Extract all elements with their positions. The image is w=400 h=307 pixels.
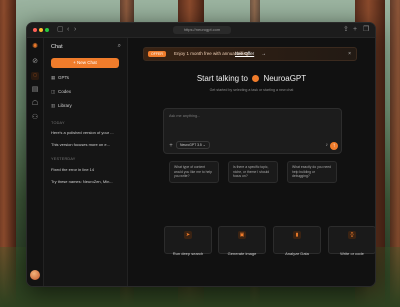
action-label: Write or code [340, 251, 364, 256]
attach-icon[interactable]: + [168, 143, 174, 149]
sidebar-item-label: Codex [58, 89, 72, 94]
model-selector[interactable]: NeuroGPT 3.5 ⌄ [176, 141, 210, 149]
suggestion-card[interactable]: What exactly do you need help building o… [287, 161, 337, 183]
grid-icon: ▦ [51, 75, 56, 80]
chat-input[interactable]: Ask me anything... [169, 114, 200, 118]
main-panel: OFFER Enjoy 1 month free with annual bil… [128, 38, 375, 286]
forward-icon[interactable]: › [74, 26, 76, 34]
see-offer-link[interactable]: See Offer [235, 48, 254, 60]
new-tab-icon[interactable]: + [353, 26, 357, 34]
history-item[interactable]: Fixed the error in line 14 [51, 167, 123, 172]
app-logo-icon[interactable]: ✺ [31, 43, 39, 51]
action-label: Analyze Data [285, 251, 309, 256]
compass-icon[interactable]: ⊘ [31, 58, 39, 66]
sidebar-toggle-icon[interactable]: ▢ [57, 26, 64, 34]
offer-badge: OFFER [148, 51, 166, 57]
history-item[interactable]: This version focuses more on e... [51, 142, 123, 147]
search-icon[interactable]: ⌕ [118, 43, 121, 50]
action-run-deep-search[interactable]: ➤ Run deep search [164, 226, 212, 256]
share-icon[interactable]: ⇪ [343, 26, 349, 34]
brand-name: NeuroaGPT [263, 74, 307, 83]
section-label-yesterday: YESTERDAY [51, 157, 76, 161]
chat-icon[interactable]: ◌ [31, 72, 39, 80]
code-icon: ◫ [51, 89, 56, 94]
action-generate-image[interactable]: ▣ Generate image [218, 226, 266, 256]
icon-rail: ✺ ⊘ ◌ ▤ ☖ ⚇ [27, 38, 44, 286]
suggestion-card[interactable]: Is there a specific topic, niche, or the… [228, 161, 278, 183]
close-icon[interactable]: × [348, 48, 351, 60]
title-prefix: Start talking to [196, 74, 248, 83]
sidebar-item-library[interactable]: ▥ Library [51, 103, 72, 109]
back-icon[interactable]: ‹ [67, 26, 69, 34]
send-icon: ➤ [184, 231, 192, 239]
offer-banner: OFFER Enjoy 1 month free with annual bil… [143, 47, 357, 61]
archive-icon[interactable]: ▤ [31, 86, 39, 94]
history-item[interactable]: Here's a polished version of your ... [51, 130, 123, 135]
action-write-or-code[interactable]: {} Write or code [328, 226, 375, 256]
users-icon[interactable]: ⚇ [31, 114, 39, 122]
page-subtitle: Get started by selecting a task or start… [209, 88, 294, 92]
minimize-window-button[interactable] [39, 28, 43, 32]
image-icon: ▣ [238, 231, 246, 239]
sidebar: Chat ⌕ + New Chat ▦ GPTs ◫ Codex ▥ Library … [44, 38, 128, 286]
action-label: Run deep search [172, 251, 204, 256]
sidebar-item-codex[interactable]: ◫ Codex [51, 89, 71, 95]
tabs-icon[interactable]: ❐ [363, 26, 369, 34]
arrow-right-icon[interactable]: → [261, 48, 266, 60]
browser-titlebar: ▢ ‹ › https://neurogpt.com ⇪ + ❐ [27, 23, 375, 38]
new-chat-button[interactable]: + New Chat [51, 58, 119, 68]
sidebar-item-label: Library [58, 103, 72, 108]
suggestion-card[interactable]: What type of content would you like me t… [169, 161, 219, 183]
bot-icon[interactable]: ☖ [31, 100, 39, 108]
app-window: ▢ ‹ › https://neurogpt.com ⇪ + ❐ ✺ ⊘ ◌ ▤… [26, 22, 376, 287]
code-icon: {} [348, 231, 356, 239]
sidebar-item-label: GPTs [58, 75, 70, 80]
history-item[interactable]: Try these names: NeuroZen, Min... [51, 179, 123, 184]
sidebar-item-gpts[interactable]: ▦ GPTs [51, 75, 69, 81]
address-bar[interactable]: https://neurogpt.com [173, 26, 231, 34]
close-window-button[interactable] [33, 28, 37, 32]
maximize-window-button[interactable] [45, 28, 49, 32]
send-button[interactable]: ↑ [330, 142, 338, 150]
microphone-icon[interactable]: ♪ [326, 142, 329, 149]
section-label-today: TODAY [51, 121, 65, 125]
brand-logo-icon [252, 75, 260, 82]
action-label: Generate image [227, 251, 257, 256]
book-icon: ▥ [51, 103, 56, 108]
avatar[interactable] [30, 270, 40, 280]
chart-icon: ▮ [293, 231, 301, 239]
sidebar-title: Chat [51, 44, 63, 50]
action-analyze-data[interactable]: ▮ Analyze Data [273, 226, 321, 256]
page-title: Start talking to NeuroaGPT [128, 74, 375, 83]
chat-composer[interactable]: Ask me anything... + NeuroGPT 3.5 ⌄ ♪ ↑ [163, 108, 342, 154]
